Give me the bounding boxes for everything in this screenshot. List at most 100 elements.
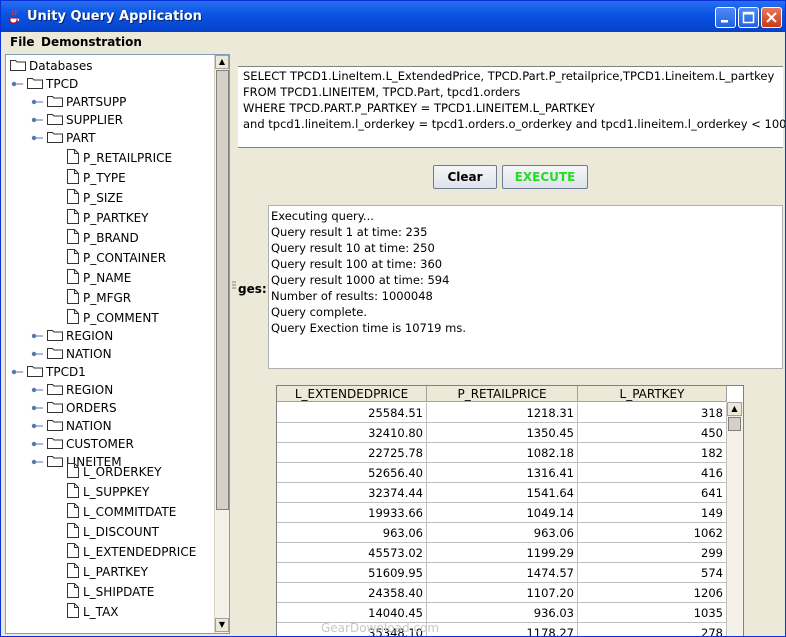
- expand-handle-icon[interactable]: [31, 419, 45, 433]
- table-cell[interactable]: 24358.40: [277, 583, 427, 603]
- tree-folder-node[interactable]: CUSTOMER: [6, 435, 214, 453]
- database-tree[interactable]: Databases TPCD PARTSUPP SUPPLIER PART P_RETAI…: [5, 54, 230, 634]
- clear-button[interactable]: Clear: [433, 165, 497, 189]
- table-cell[interactable]: 182: [578, 443, 727, 463]
- expand-handle-icon[interactable]: [51, 251, 65, 265]
- table-cell[interactable]: 52656.40: [277, 463, 427, 483]
- table-cell[interactable]: 1049.14: [427, 503, 578, 523]
- scroll-up-button[interactable]: ▲: [727, 402, 742, 416]
- expand-handle-icon[interactable]: [51, 231, 65, 245]
- tree-folder-node[interactable]: REGION: [6, 327, 214, 345]
- tree-leaf-node[interactable]: P_CONTAINER: [6, 249, 214, 267]
- table-cell[interactable]: 641: [578, 483, 727, 503]
- tree-leaf-node[interactable]: L_DISCOUNT: [6, 523, 214, 541]
- expand-handle-icon[interactable]: [31, 329, 45, 343]
- tree-folder-node[interactable]: PART: [6, 129, 214, 147]
- expand-handle-icon[interactable]: [51, 171, 65, 185]
- table-cell[interactable]: 25584.51: [277, 403, 427, 423]
- minimize-button[interactable]: [715, 7, 736, 28]
- tree-leaf-node[interactable]: P_COMMENT: [6, 309, 214, 327]
- scroll-thumb[interactable]: [216, 70, 229, 510]
- tree-folder-node[interactable]: ORDERS: [6, 399, 214, 417]
- tree-folder-node[interactable]: PARTSUPP: [6, 93, 214, 111]
- expand-handle-icon[interactable]: [11, 77, 25, 91]
- tree-leaf-node[interactable]: L_ORDERKEY: [6, 463, 214, 481]
- column-header[interactable]: L_EXTENDEDPRICE: [277, 386, 427, 402]
- table-row[interactable]: 963.06 963.06 1062: [277, 523, 727, 543]
- expand-handle-icon[interactable]: [51, 271, 65, 285]
- expand-handle-icon[interactable]: [11, 365, 25, 379]
- tree-leaf-node[interactable]: P_TYPE: [6, 169, 214, 187]
- table-cell[interactable]: 1316.41: [427, 463, 578, 483]
- expand-handle-icon[interactable]: [31, 383, 45, 397]
- title-bar[interactable]: Unity Query Application: [1, 1, 785, 32]
- expand-handle-icon[interactable]: [51, 585, 65, 599]
- expand-handle-icon[interactable]: [51, 605, 65, 619]
- table-row[interactable]: 45573.02 1199.29 299: [277, 543, 727, 563]
- tree-folder-node[interactable]: TPCD1: [6, 363, 214, 381]
- maximize-button[interactable]: [738, 7, 759, 28]
- table-row[interactable]: 32410.80 1350.45 450: [277, 423, 727, 443]
- table-row[interactable]: 51609.95 1474.57 574: [277, 563, 727, 583]
- tree-leaf-node[interactable]: P_RETAILPRICE: [6, 149, 214, 167]
- menu-demonstration[interactable]: Demonstration: [41, 35, 142, 49]
- tree-leaf-node[interactable]: P_NAME: [6, 269, 214, 287]
- expand-handle-icon[interactable]: [31, 113, 45, 127]
- expand-handle-icon[interactable]: [31, 131, 45, 145]
- table-cell[interactable]: 963.06: [277, 523, 427, 543]
- table-cell[interactable]: 963.06: [427, 523, 578, 543]
- menu-file[interactable]: File: [10, 35, 35, 49]
- table-cell[interactable]: 1206: [578, 583, 727, 603]
- expand-handle-icon[interactable]: [51, 465, 65, 479]
- table-cell[interactable]: 1218.31: [427, 403, 578, 423]
- expand-handle-icon[interactable]: [51, 311, 65, 325]
- table-cell[interactable]: 278: [578, 623, 727, 636]
- table-cell[interactable]: 450: [578, 423, 727, 443]
- close-button[interactable]: [761, 7, 782, 28]
- tree-folder-node[interactable]: Databases: [6, 57, 214, 75]
- execute-button[interactable]: EXECUTE: [502, 165, 588, 189]
- table-row[interactable]: 14040.45 936.03 1035: [277, 603, 727, 623]
- column-header[interactable]: P_RETAILPRICE: [427, 386, 578, 402]
- expand-handle-icon[interactable]: [51, 291, 65, 305]
- tree-folder-node[interactable]: NATION: [6, 417, 214, 435]
- table-cell[interactable]: 1474.57: [427, 563, 578, 583]
- table-cell[interactable]: 1062: [578, 523, 727, 543]
- table-cell[interactable]: 32410.80: [277, 423, 427, 443]
- scroll-thumb[interactable]: [728, 417, 741, 431]
- expand-handle-icon[interactable]: [51, 525, 65, 539]
- expand-handle-icon[interactable]: [51, 545, 65, 559]
- expand-handle-icon[interactable]: [51, 151, 65, 165]
- table-row[interactable]: 22725.78 1082.18 182: [277, 443, 727, 463]
- tree-scrollbar[interactable]: ▲ ▼: [214, 55, 229, 633]
- query-textarea[interactable]: SELECT TPCD1.LineItem.L_ExtendedPrice, T…: [238, 66, 785, 148]
- table-cell[interactable]: 1107.20: [427, 583, 578, 603]
- table-cell[interactable]: 149: [578, 503, 727, 523]
- results-table[interactable]: L_EXTENDEDPRICE P_RETAILPRICE L_PARTKEY …: [276, 385, 744, 636]
- table-cell[interactable]: 32374.44: [277, 483, 427, 503]
- table-cell[interactable]: 1541.64: [427, 483, 578, 503]
- tree-leaf-node[interactable]: P_PARTKEY: [6, 209, 214, 227]
- expand-handle-icon[interactable]: [51, 505, 65, 519]
- tree-leaf-node[interactable]: L_PARTKEY: [6, 563, 214, 581]
- tree-folder-node[interactable]: REGION: [6, 381, 214, 399]
- tree-folder-node[interactable]: SUPPLIER: [6, 111, 214, 129]
- table-row[interactable]: 24358.40 1107.20 1206: [277, 583, 727, 603]
- table-cell[interactable]: 1178.27: [427, 623, 578, 636]
- table-cell[interactable]: 14040.45: [277, 603, 427, 623]
- table-cell[interactable]: 1350.45: [427, 423, 578, 443]
- tree-leaf-node[interactable]: L_SUPPKEY: [6, 483, 214, 501]
- table-cell[interactable]: 1035: [578, 603, 727, 623]
- table-cell[interactable]: 574: [578, 563, 727, 583]
- table-cell[interactable]: 299: [578, 543, 727, 563]
- split-pane-divider[interactable]: [230, 54, 238, 634]
- table-cell[interactable]: 51609.95: [277, 563, 427, 583]
- expand-handle-icon[interactable]: [51, 485, 65, 499]
- table-row[interactable]: 32374.44 1541.64 641: [277, 483, 727, 503]
- table-row[interactable]: 19933.66 1049.14 149: [277, 503, 727, 523]
- tree-folder-node[interactable]: NATION: [6, 345, 214, 363]
- table-cell[interactable]: 936.03: [427, 603, 578, 623]
- table-cell[interactable]: 22725.78: [277, 443, 427, 463]
- expand-handle-icon[interactable]: [31, 95, 45, 109]
- table-row[interactable]: 52656.40 1316.41 416: [277, 463, 727, 483]
